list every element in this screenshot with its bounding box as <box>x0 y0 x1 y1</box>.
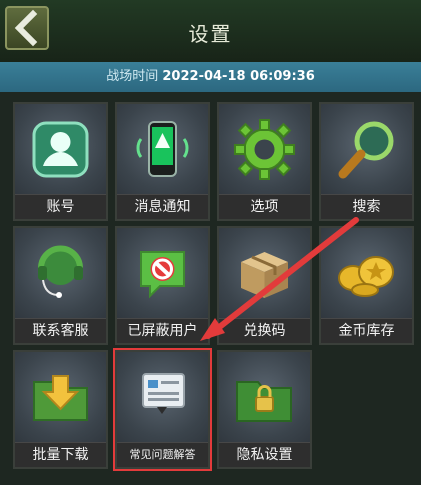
annotation-arrow <box>200 217 359 341</box>
